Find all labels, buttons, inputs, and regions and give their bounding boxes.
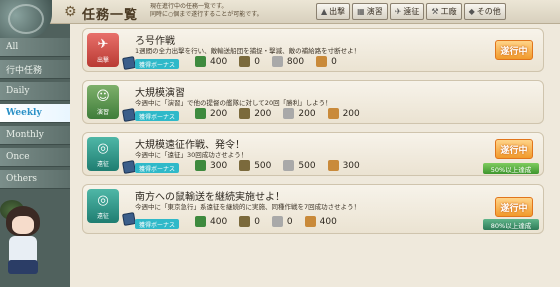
reward-list: 200 200 200 200 [195, 108, 360, 119]
tab-all[interactable]: All [0, 38, 70, 57]
bonus-label: 獲得ボーナス [135, 219, 180, 229]
gear-icon: ⚙ [64, 4, 77, 20]
reward-ammo: 200 [239, 108, 271, 119]
tab-daily[interactable]: Daily [0, 82, 70, 101]
filter-expedition[interactable]: ✈ 遠征 [389, 3, 425, 20]
arsenal-icon: ⚒ [431, 7, 439, 16]
status-badge: 遂行中 [495, 197, 533, 217]
ammo-icon [239, 216, 251, 227]
reward-bauxite: 0 [316, 56, 337, 67]
fuel-icon [195, 108, 206, 119]
bauxite-icon [327, 160, 339, 171]
reward-list: 300 500 500 300 [195, 160, 360, 171]
exercise-icon: ▦ [357, 7, 365, 16]
quest-category-badge: ✈ 出撃 [87, 33, 119, 67]
progress-badge: 50%以上達成 [483, 163, 539, 174]
ammo-icon [239, 108, 251, 119]
quest-description: 今週中に「東京急行」系遠征を継続的に実施、同種作戦を7回成功させよう！ [135, 203, 361, 211]
filter-arsenal[interactable]: ⚒ 工廠 [426, 3, 462, 20]
quest-row[interactable]: ◎ 遠征 大規模遠征作戦、発令！ 今週中に「遠征」30回成功させよう！ 獲得ボーナ… [82, 132, 544, 176]
expedition-icon: ✈ [394, 7, 402, 16]
quest-row[interactable]: ✈ 出撃 ろ号作戦 1週間の全力出撃を行い、敵輸送船団を捕捉・撃滅、敵の補給路を寸… [82, 28, 544, 72]
ammo-icon [239, 56, 251, 67]
quest-row[interactable]: ☺ 演習 大規模演習 今週中に「演習」で他の提督の艦隊に対して20回「勝利」しよう… [82, 80, 544, 124]
fuel-icon [195, 216, 206, 227]
quest-category-badge: ☺ 演習 [87, 85, 119, 119]
tab-in-progress[interactable]: 行中任務 [0, 60, 70, 79]
quest-description: 今週中に「演習」で他の提督の艦隊に対して20回「勝利」しよう！ [135, 99, 332, 107]
bonus-label: 獲得ボーナス [135, 163, 180, 173]
page-title: 任務一覧 [82, 8, 139, 23]
reward-fuel: 400 [195, 56, 227, 67]
reward-list: 400 0 800 0 [195, 56, 337, 67]
bauxite-icon [304, 216, 316, 227]
steel-icon [271, 56, 283, 67]
other-icon: ◆ [468, 7, 475, 16]
tab-monthly[interactable]: Monthly [0, 126, 70, 145]
sortie-icon: ▲ [321, 7, 328, 16]
plane-icon: ✈ [97, 37, 109, 52]
steel-icon [271, 216, 283, 227]
bonus-label: 獲得ボーナス [135, 111, 180, 121]
quest-category-badge: ◎ 遠征 [87, 189, 119, 223]
compass-icon: ◎ [97, 193, 109, 208]
header-bar: ⚙ 任務一覧 現在進行中の任務一覧です。 同時に○個まで遂行することが可能です。… [0, 0, 560, 24]
ammo-icon [239, 160, 251, 171]
fuel-icon [195, 56, 206, 67]
bonus-label: 獲得ボーナス [135, 59, 180, 69]
dial-ring-icon [8, 4, 44, 34]
bauxite-icon [327, 108, 339, 119]
bauxite-icon [316, 56, 328, 67]
quest-book-icon [122, 56, 136, 70]
quest-description: 今週中に「遠征」30回成功させよう！ [135, 151, 248, 159]
reward-steel: 0 [271, 216, 293, 227]
reward-steel: 800 [271, 56, 304, 67]
category-filters: ▲ 出撃 ▦ 演習 ✈ 遠征 ⚒ 工廠 ◆ その他 [316, 3, 506, 20]
quest-description: 1週間の全力出撃を行い、敵輸送船団を捕捉・撃滅、敵の補給路を寸断せよ！ [135, 47, 361, 55]
reward-steel: 500 [283, 160, 316, 171]
fuel-icon [195, 160, 206, 171]
status-badge: 遂行中 [495, 139, 533, 159]
quest-book-icon [122, 108, 136, 122]
tab-once[interactable]: Once [0, 148, 70, 167]
reward-fuel: 400 [195, 216, 227, 227]
reward-list: 400 0 0 400 [195, 216, 337, 227]
steel-icon [283, 108, 295, 119]
reward-ammo: 0 [239, 216, 260, 227]
filter-other[interactable]: ◆ その他 [463, 3, 506, 20]
character-portrait-icon: ☺ [96, 89, 110, 104]
quest-book-icon [122, 212, 136, 226]
reward-bauxite: 300 [327, 160, 360, 171]
reward-ammo: 0 [239, 56, 260, 67]
filter-sortie[interactable]: ▲ 出撃 [316, 3, 351, 20]
progress-badge: 80%以上達成 [483, 219, 539, 230]
tab-weekly[interactable]: Weekly [0, 104, 70, 123]
reward-fuel: 200 [195, 108, 227, 119]
quest-list-panel: ✈ 出撃 ろ号作戦 1週間の全力出撃を行い、敵輸送船団を捕捉・撃滅、敵の補給路を寸… [70, 24, 560, 287]
reward-fuel: 300 [195, 160, 227, 171]
compass-icon: ◎ [97, 141, 109, 156]
page-subtitle: 現在進行中の任務一覧です。 同時に○個まで遂行することが可能です。 [150, 3, 263, 18]
tab-others[interactable]: Others [0, 170, 70, 189]
secretary-avatar [0, 200, 45, 287]
reward-bauxite: 200 [327, 108, 360, 119]
reward-ammo: 500 [239, 160, 271, 171]
quest-category-badge: ◎ 遠征 [87, 137, 119, 171]
reward-bauxite: 400 [304, 216, 337, 227]
filter-exercise[interactable]: ▦ 演習 [352, 3, 388, 20]
status-badge: 遂行中 [495, 40, 533, 60]
reward-steel: 200 [283, 108, 316, 119]
quest-row[interactable]: ◎ 遠征 南方への鼠輸送を継続実施せよ！ 今週中に「東京急行」系遠征を継続的に実施… [82, 184, 544, 234]
steel-icon [283, 160, 295, 171]
quest-book-icon [122, 160, 136, 174]
